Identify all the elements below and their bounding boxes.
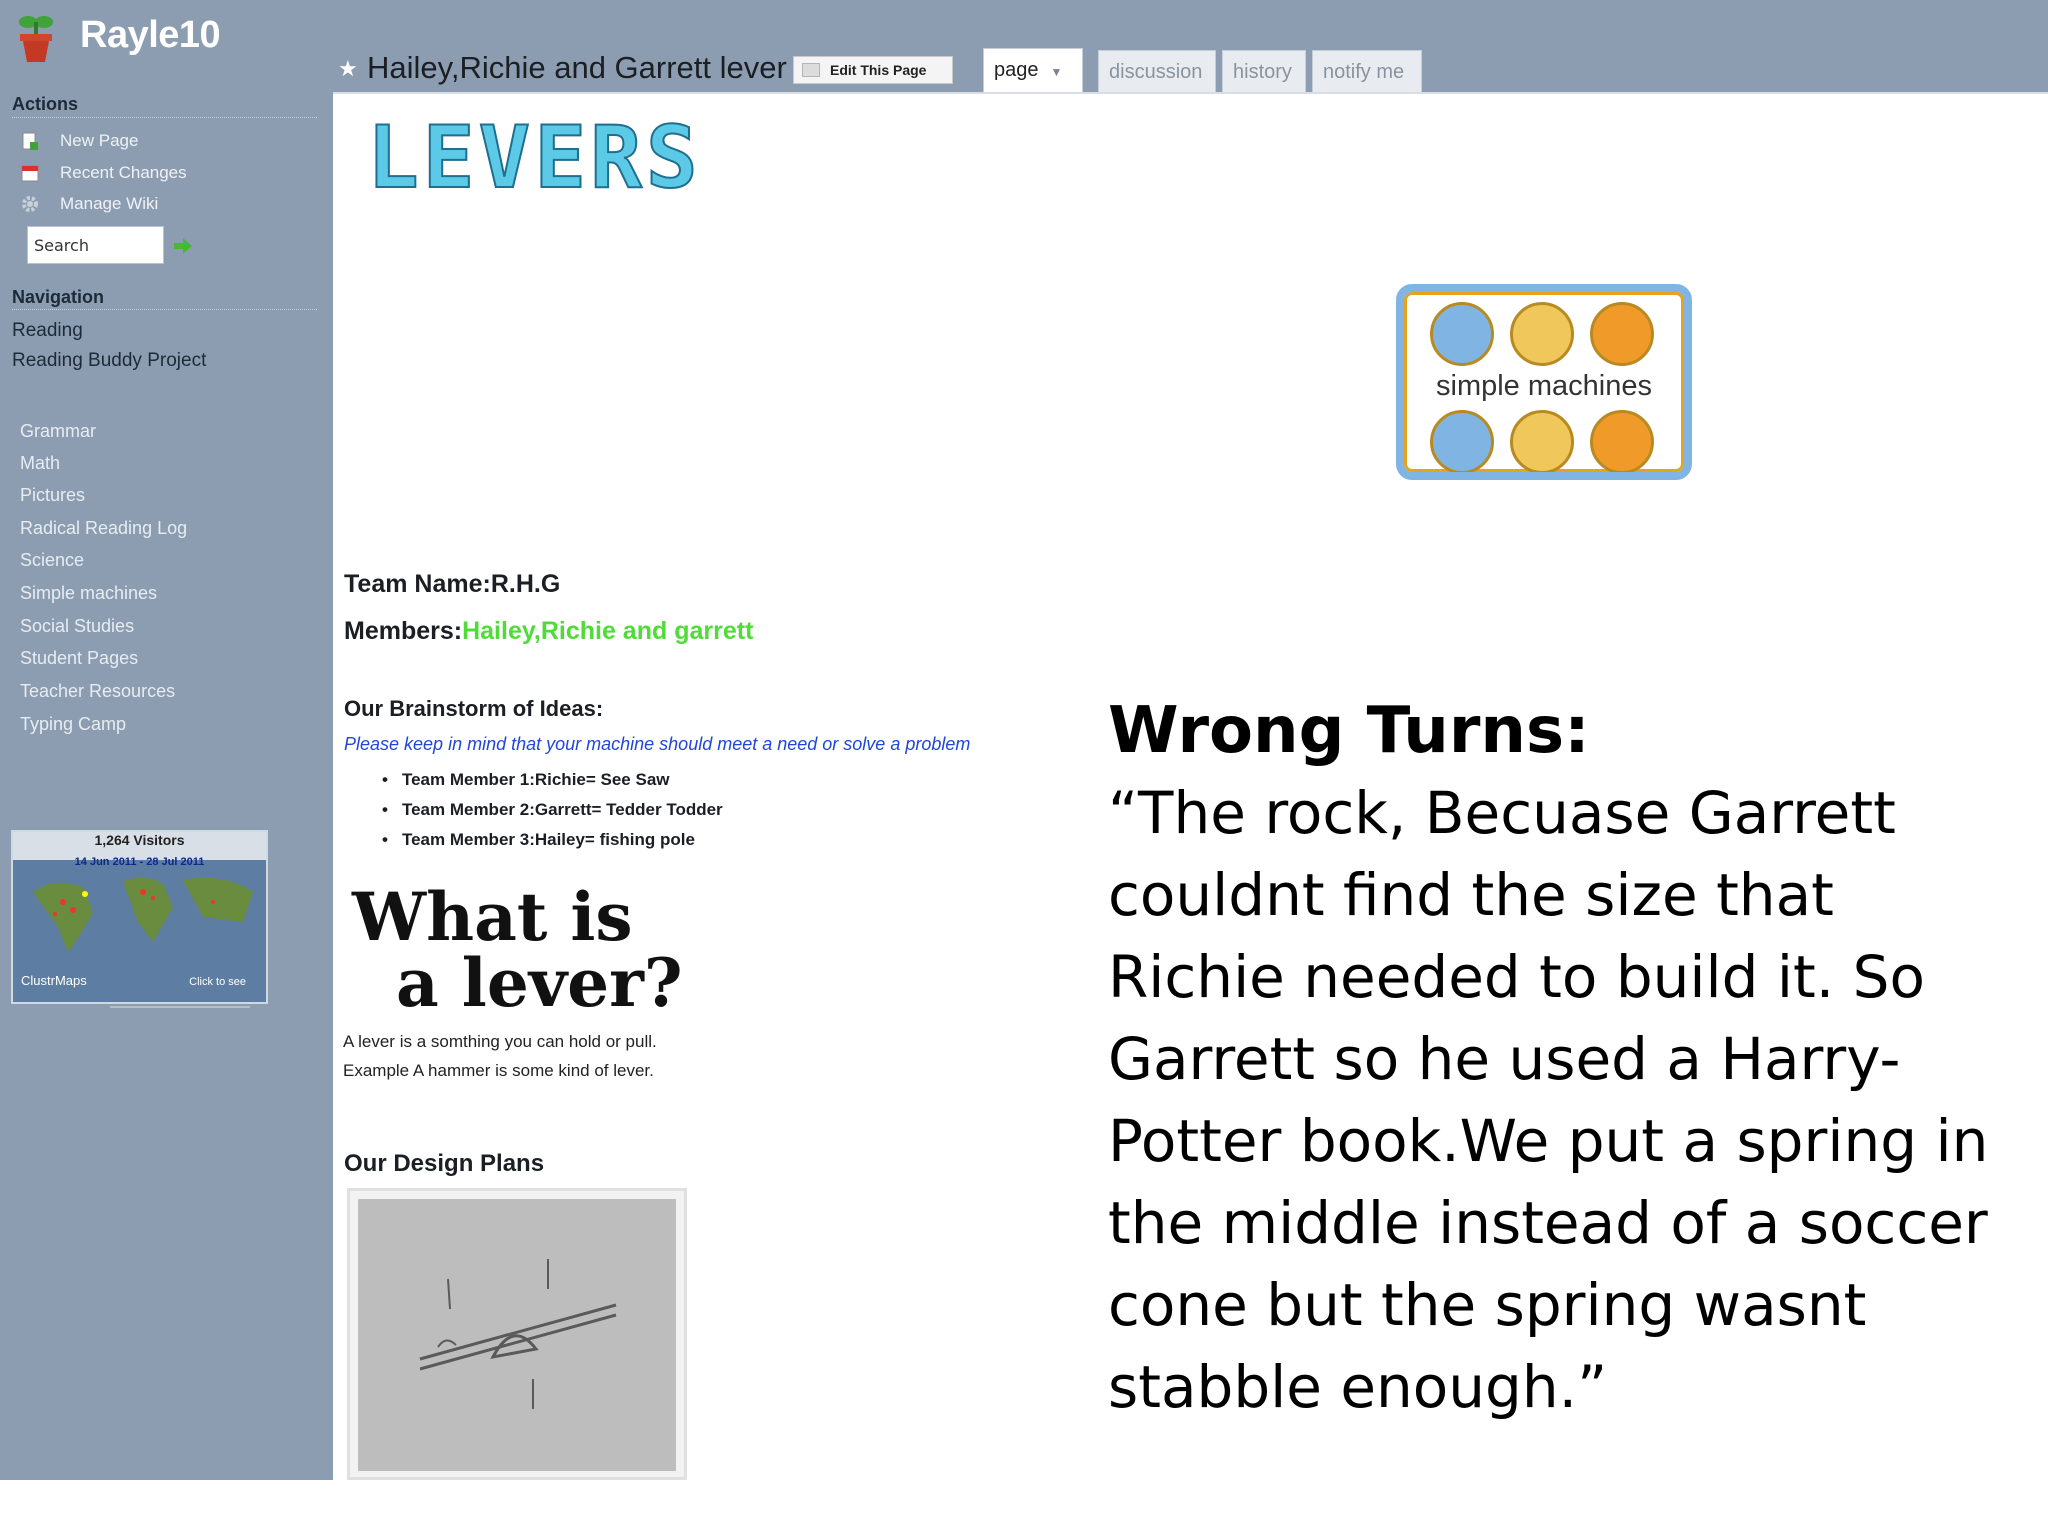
tab-history-label: history xyxy=(1233,61,1292,83)
edit-page-button[interactable]: Edit This Page xyxy=(793,56,953,84)
team-name: Team Name:R.H.G xyxy=(344,570,561,598)
wrong-turns-heading: Wrong Turns: xyxy=(1108,694,1590,768)
wheel-and-axle-icon xyxy=(1510,410,1574,472)
pencil-icon xyxy=(802,63,820,77)
members-label: Members: xyxy=(344,617,463,645)
list-item: Team Member 3:Hailey= fishing pole xyxy=(382,830,723,860)
lever-example: Example A hammer is some kind of lever. xyxy=(343,1061,654,1080)
brainstorm-note: Please keep in mind that your machine sh… xyxy=(344,734,971,754)
tab-discussion[interactable]: discussion xyxy=(1098,50,1216,92)
nav-item-reading-buddy[interactable]: Reading Buddy Project xyxy=(12,350,206,372)
tab-notify-label: notify me xyxy=(1323,61,1405,83)
action-new-page[interactable]: New Page xyxy=(20,128,138,154)
nav-item-radical-reading-log[interactable]: Radical Reading Log xyxy=(20,518,187,539)
tab-discussion-label: discussion xyxy=(1109,61,1203,83)
levers-banner: LEVERS xyxy=(366,107,702,209)
actions-heading: Actions xyxy=(12,94,79,114)
lever-definition: A lever is a somthing you can hold or pu… xyxy=(343,1032,657,1051)
inclined-plane-icon xyxy=(1590,302,1654,366)
what-is-a-lever-heading: What is a lever? xyxy=(352,884,683,1016)
navigation-divider xyxy=(12,309,317,310)
edit-page-label: Edit This Page xyxy=(830,62,927,78)
nav-item-math[interactable]: Math xyxy=(20,453,60,474)
actions-divider xyxy=(12,117,317,118)
action-label: Recent Changes xyxy=(60,163,187,182)
list-item: Team Member 1:Richie= See Saw xyxy=(382,770,723,800)
new-page-icon xyxy=(20,131,40,151)
list-item: Team Member 2:Garrett= Tedder Todder xyxy=(382,800,723,830)
site-title[interactable]: Rayle10 xyxy=(80,14,221,57)
nav-item-typing-camp[interactable]: Typing Camp xyxy=(20,714,126,735)
design-sketch-photo xyxy=(347,1188,687,1480)
tab-history[interactable]: history xyxy=(1222,50,1306,92)
content-divider xyxy=(333,92,2048,94)
navigation-heading: Navigation xyxy=(12,287,105,307)
action-label: New Page xyxy=(60,131,139,150)
nav-item-science[interactable]: Science xyxy=(20,550,84,571)
sidebar: Rayle10 Actions New Page Recent Changes … xyxy=(0,0,333,1480)
nav-item-grammar[interactable]: Grammar xyxy=(20,421,96,442)
lever-icon xyxy=(1590,410,1654,472)
click-to-see-label: Click to see xyxy=(189,976,246,988)
members-value: Hailey,Richie and garrett xyxy=(462,617,754,645)
flower-pot-logo-icon xyxy=(19,16,53,62)
what-lever-line2: a lever? xyxy=(396,944,683,1022)
tab-page-label: page xyxy=(994,59,1039,81)
action-label: Manage Wiki xyxy=(60,194,159,213)
bottom-strip xyxy=(0,1480,2048,1536)
wedge-icon xyxy=(1510,302,1574,366)
design-sketch-image xyxy=(358,1199,676,1471)
brainstorm-list: Team Member 1:Richie= See Saw Team Membe… xyxy=(382,770,723,860)
brainstorm-heading: Our Brainstorm of Ideas: xyxy=(344,696,604,721)
map-link-underline xyxy=(110,1006,250,1008)
nav-item-reading[interactable]: Reading xyxy=(12,320,83,342)
screw-icon xyxy=(1430,302,1494,366)
chevron-down-icon: ▼ xyxy=(1050,65,1063,79)
star-icon[interactable]: ★ xyxy=(338,56,358,82)
action-recent-changes[interactable]: Recent Changes xyxy=(20,160,187,186)
search-input[interactable] xyxy=(27,226,164,264)
design-plans-heading: Our Design Plans xyxy=(344,1150,545,1177)
clustrmaps-widget[interactable]: 1,264 Visitors 14 Jun 2011 - 28 Jul 2011… xyxy=(11,830,268,1004)
clustrmaps-brand: ClustrMaps xyxy=(21,973,87,988)
tab-page[interactable]: page ▼ xyxy=(983,48,1083,94)
nav-item-social-studies[interactable]: Social Studies xyxy=(20,616,134,637)
tab-notify-me[interactable]: notify me xyxy=(1312,50,1422,92)
wrong-turns-quote: “The rock, Becuase Garrett couldnt find … xyxy=(1108,779,1989,1421)
simple-machines-label: simple machines xyxy=(1436,370,1652,402)
pulley-icon xyxy=(1430,410,1494,472)
members-line: Members:Hailey,Richie and garrett xyxy=(344,617,753,646)
page-title: Hailey,Richie and Garrett lever xyxy=(367,50,787,85)
nav-item-simple-machines[interactable]: Simple machines xyxy=(20,583,157,604)
nav-item-teacher-resources[interactable]: Teacher Resources xyxy=(20,681,175,702)
action-manage-wiki[interactable]: Manage Wiki xyxy=(20,191,158,217)
nav-item-pictures[interactable]: Pictures xyxy=(20,485,85,506)
calendar-icon xyxy=(20,163,40,183)
gear-icon xyxy=(20,194,40,214)
search-go-arrow-icon[interactable] xyxy=(172,236,194,256)
simple-machines-poster: simple machines xyxy=(1396,284,1692,480)
nav-item-student-pages[interactable]: Student Pages xyxy=(20,648,138,669)
